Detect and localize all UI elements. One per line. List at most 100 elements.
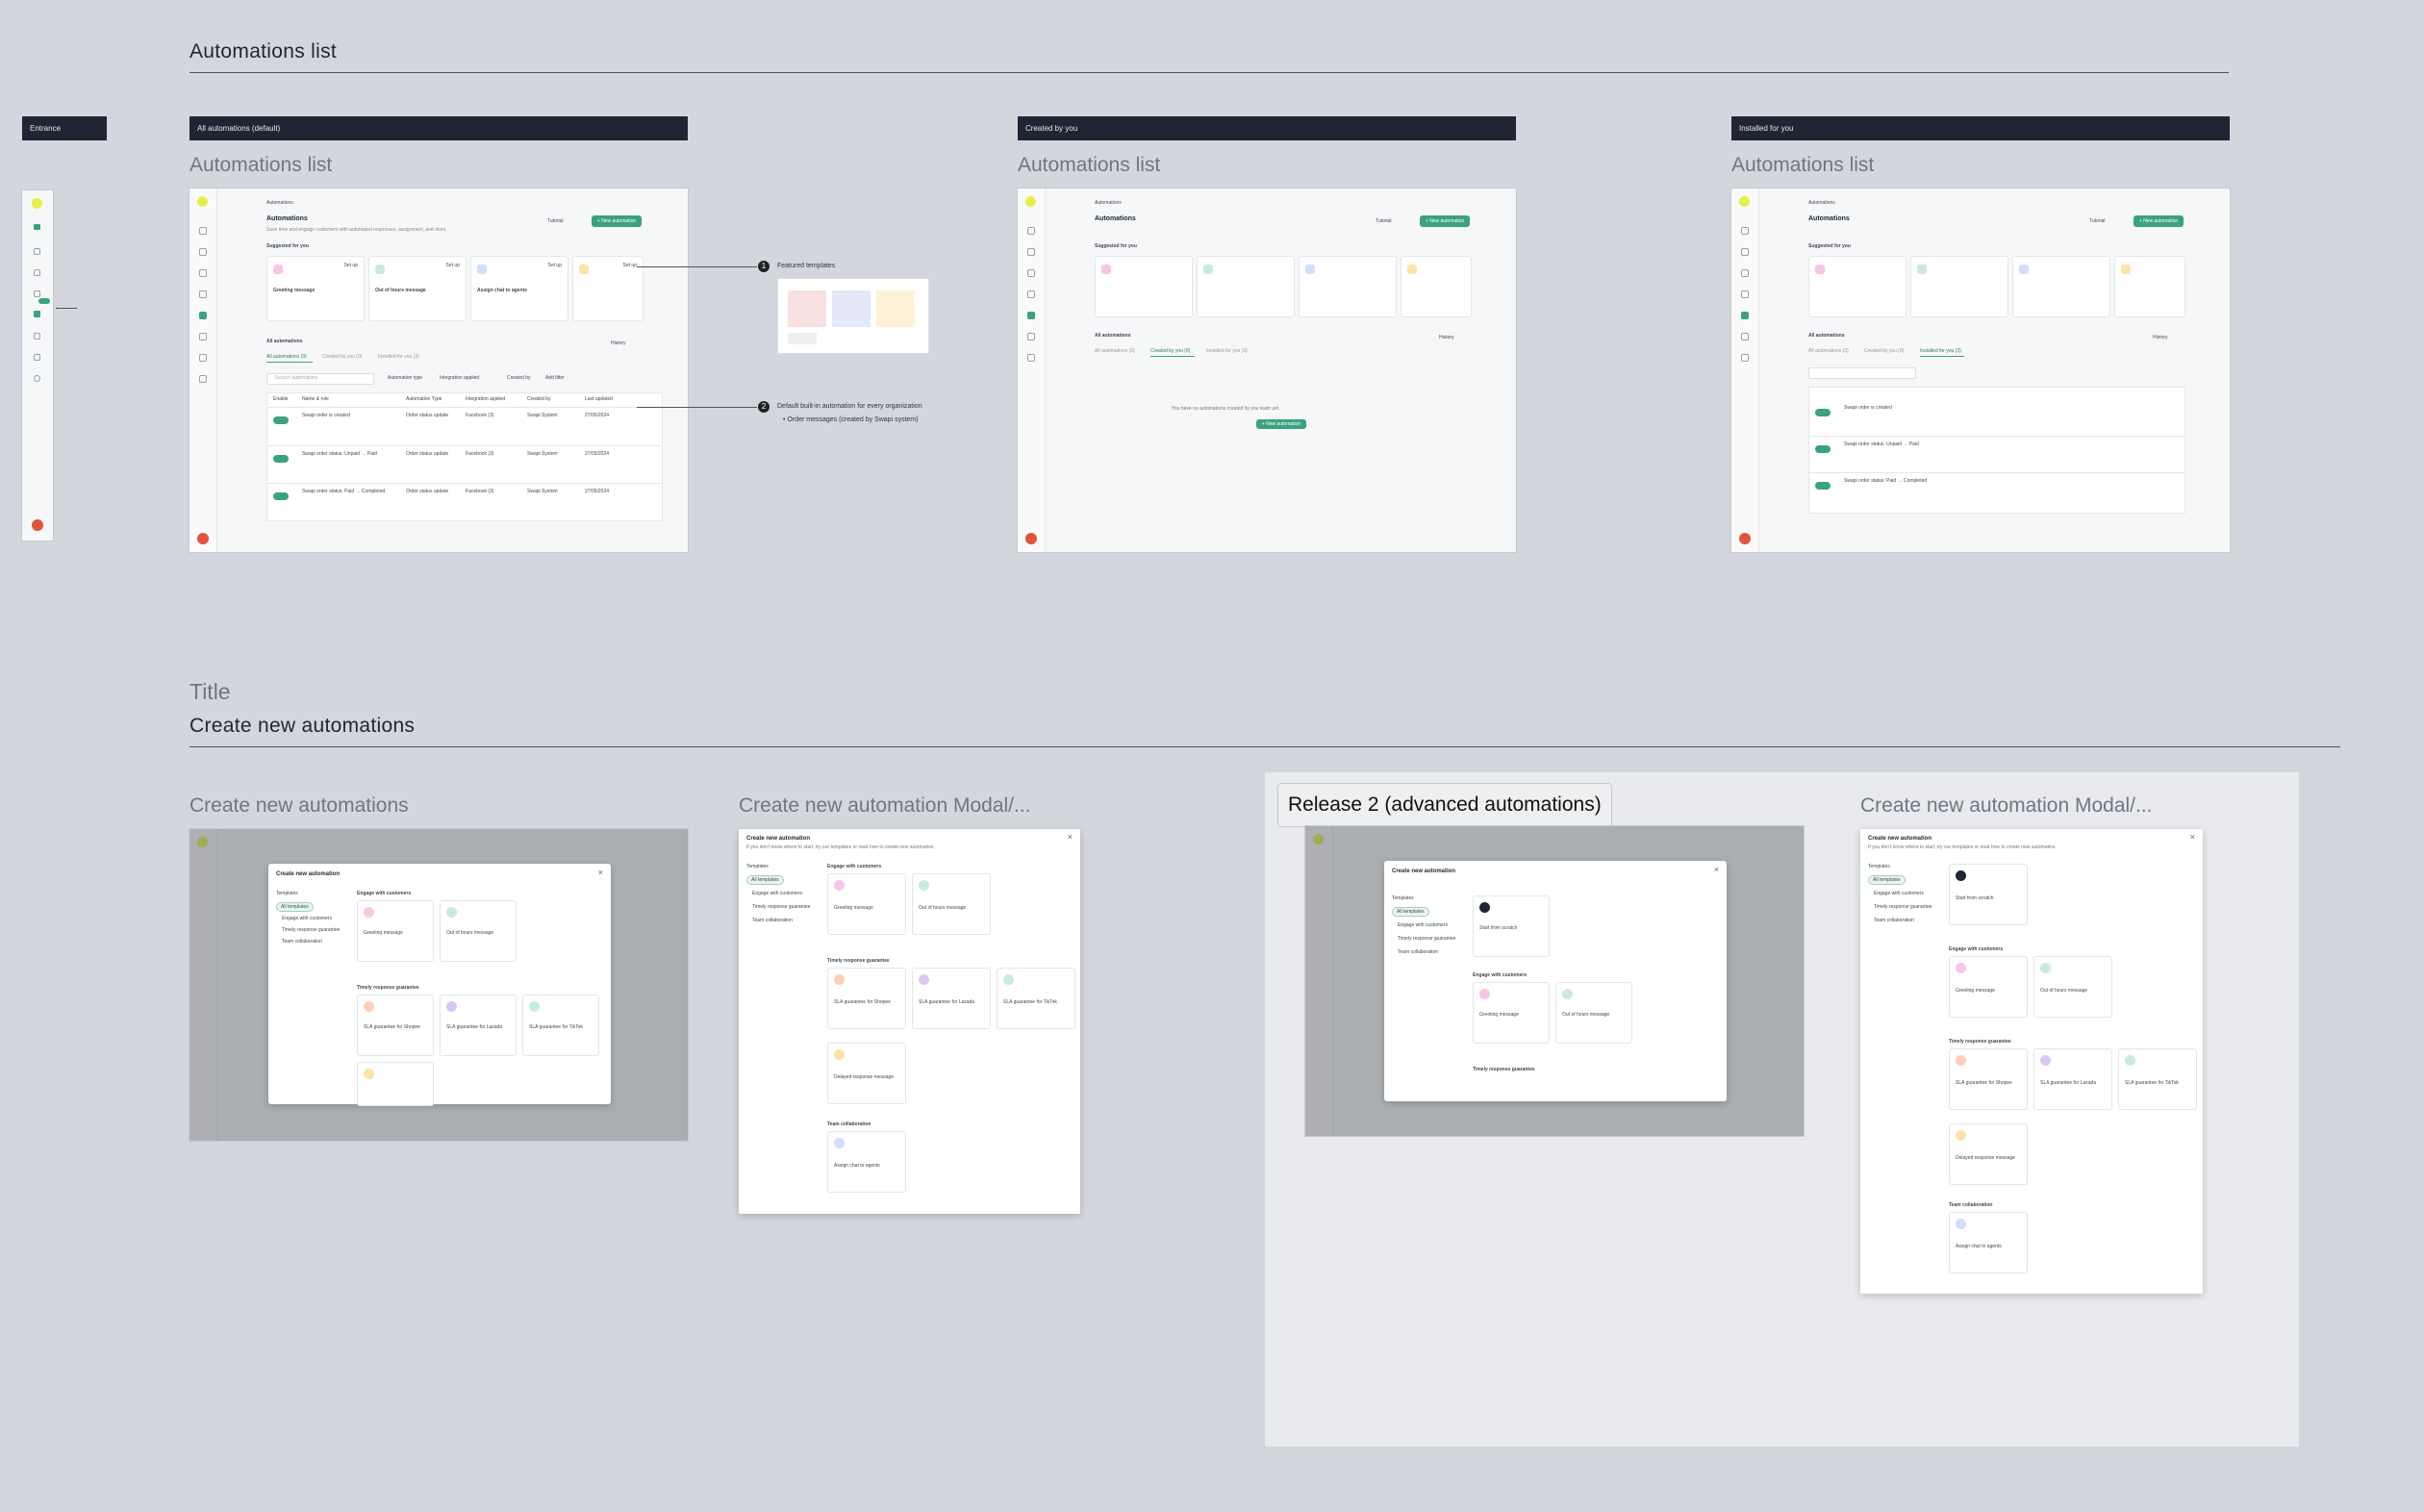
template-card[interactable]: SLA guarantee for Lazada bbox=[912, 968, 991, 1029]
inbox-icon[interactable] bbox=[34, 269, 40, 276]
template-card[interactable]: SLA guarantee for Lazada bbox=[2033, 1048, 2112, 1110]
contacts-icon[interactable] bbox=[1741, 248, 1749, 256]
nav-timely[interactable]: Timely response guarantee bbox=[282, 927, 340, 933]
tab-all[interactable]: All automations (3) bbox=[1095, 348, 1135, 354]
rule-name[interactable]: Swapi order is created bbox=[302, 413, 350, 418]
filter-creator[interactable]: Created by bbox=[507, 375, 530, 381]
setup-link[interactable]: Set up bbox=[623, 263, 637, 268]
template-card[interactable]: Delayed response message bbox=[1949, 1123, 2028, 1185]
tutorial-button[interactable]: Tutorial bbox=[547, 218, 564, 224]
suggestion-card[interactable]: Set up Greeting message bbox=[266, 256, 365, 321]
template-card[interactable]: Greeting message bbox=[827, 873, 906, 935]
search-input[interactable] bbox=[1808, 367, 1916, 379]
nav-timely[interactable]: Timely response guarantee bbox=[752, 904, 810, 910]
template-card[interactable]: Assign chat to agents bbox=[827, 1131, 906, 1193]
template-card[interactable]: Delayed response message bbox=[827, 1043, 906, 1104]
suggestion-card[interactable] bbox=[1197, 256, 1295, 317]
automations-icon[interactable] bbox=[34, 311, 40, 317]
reports-icon[interactable] bbox=[1027, 354, 1035, 362]
reports-icon[interactable] bbox=[199, 354, 207, 362]
integrations-icon[interactable] bbox=[1027, 333, 1035, 340]
template-card[interactable]: Start from scratch bbox=[1949, 864, 2028, 925]
close-icon[interactable]: × bbox=[598, 868, 603, 877]
rule-name[interactable]: Swapi order status: Unpaid → Paid bbox=[302, 451, 377, 457]
template-card[interactable]: Out of hours message bbox=[2033, 956, 2112, 1018]
enable-toggle[interactable] bbox=[273, 416, 289, 424]
suggestion-card[interactable]: Set up Out of hours message bbox=[368, 256, 467, 321]
nav-engage[interactable]: Engage with customers bbox=[1874, 891, 1924, 896]
chat-icon[interactable] bbox=[34, 224, 40, 230]
nav-engage[interactable]: Engage with customers bbox=[752, 891, 802, 896]
reports-icon[interactable] bbox=[34, 354, 40, 361]
template-card[interactable]: SLA guarantee for TikTok bbox=[522, 995, 599, 1056]
avatar[interactable] bbox=[1025, 533, 1037, 544]
enable-toggle[interactable] bbox=[1815, 409, 1831, 416]
suggestion-card[interactable] bbox=[2114, 256, 2185, 317]
empty-new-button[interactable]: + New automation bbox=[1256, 419, 1306, 429]
tab-installed[interactable]: Installed for you (3) bbox=[1920, 348, 1961, 354]
history-button[interactable]: History bbox=[611, 340, 626, 346]
settings-icon[interactable] bbox=[34, 375, 40, 382]
suggestion-card[interactable]: Set up bbox=[572, 256, 644, 321]
broadcast-icon[interactable] bbox=[1741, 290, 1749, 298]
history-button[interactable]: History bbox=[1439, 335, 1454, 340]
broadcast-icon[interactable] bbox=[199, 290, 207, 298]
nav-all[interactable]: All templates bbox=[1868, 875, 1906, 885]
close-icon[interactable]: × bbox=[2190, 832, 2195, 842]
enable-toggle[interactable] bbox=[273, 455, 289, 463]
suggestion-card[interactable] bbox=[1401, 256, 1472, 317]
nav-engage[interactable]: Engage with customers bbox=[1398, 922, 1448, 928]
tab-installed[interactable]: Installed for you (3) bbox=[1206, 348, 1248, 354]
nav-team[interactable]: Team collaboration bbox=[282, 939, 322, 945]
suggestion-card[interactable] bbox=[1095, 256, 1193, 317]
nav-team[interactable]: Team collaboration bbox=[752, 918, 793, 923]
tutorial-button[interactable]: Tutorial bbox=[2089, 218, 2106, 224]
contacts-icon[interactable] bbox=[1027, 248, 1035, 256]
template-card[interactable]: Greeting message bbox=[1949, 956, 2028, 1018]
template-card[interactable] bbox=[357, 1062, 434, 1106]
contacts-icon[interactable] bbox=[34, 248, 40, 255]
tab-all[interactable]: All automations (3) bbox=[266, 354, 307, 360]
template-card[interactable]: Out of hours message bbox=[440, 900, 517, 962]
avatar[interactable] bbox=[32, 519, 43, 531]
contacts-icon[interactable] bbox=[199, 248, 207, 256]
inbox-icon[interactable] bbox=[1741, 269, 1749, 277]
chat-icon[interactable] bbox=[199, 227, 207, 235]
suggestion-card[interactable] bbox=[1808, 256, 1906, 317]
template-card[interactable]: Start from scratch bbox=[1473, 895, 1550, 957]
template-card[interactable]: Out of hours message bbox=[912, 873, 991, 935]
setup-link[interactable]: Set up bbox=[548, 263, 562, 268]
rule-name[interactable]: Swapi order is created bbox=[1844, 405, 1892, 411]
avatar[interactable] bbox=[197, 533, 209, 544]
template-card[interactable]: SLA guarantee for Shopee bbox=[827, 968, 906, 1029]
history-button[interactable]: History bbox=[2153, 335, 2168, 340]
suggestion-card[interactable] bbox=[2012, 256, 2110, 317]
template-card[interactable]: Out of hours message bbox=[1555, 982, 1632, 1044]
integrations-icon[interactable] bbox=[199, 333, 207, 340]
template-card[interactable]: SLA guarantee for TikTok bbox=[997, 968, 1075, 1029]
setup-link[interactable]: Set up bbox=[446, 263, 460, 268]
new-automation-button[interactable]: + New automation bbox=[1420, 215, 1470, 227]
nav-engage[interactable]: Engage with customers bbox=[282, 916, 332, 921]
nav-all[interactable]: All templates bbox=[746, 875, 784, 885]
integrations-icon[interactable] bbox=[1741, 333, 1749, 340]
broadcast-icon[interactable] bbox=[1027, 290, 1035, 298]
nav-team[interactable]: Team collaboration bbox=[1874, 918, 1914, 923]
nav-all[interactable]: All templates bbox=[276, 902, 314, 912]
template-card[interactable]: SLA guarantee for Shopee bbox=[1949, 1048, 2028, 1110]
nav-timely[interactable]: Timely response guarantee bbox=[1874, 904, 1932, 910]
template-card[interactable]: SLA guarantee for TikTok bbox=[2118, 1048, 2197, 1110]
template-card[interactable]: Assign chat to agents bbox=[1949, 1212, 2028, 1273]
rule-name[interactable]: Swapi order status: Unpaid → Paid bbox=[1844, 441, 1919, 447]
filter-type[interactable]: Automation type bbox=[388, 375, 422, 381]
suggestion-card[interactable] bbox=[1910, 256, 2008, 317]
tab-created[interactable]: Created by you (0) bbox=[1864, 348, 1904, 354]
setup-link[interactable]: Set up bbox=[344, 263, 358, 268]
filter-add[interactable]: Add filter bbox=[545, 375, 565, 381]
tab-created[interactable]: Created by you (0) bbox=[1150, 348, 1190, 354]
template-card[interactable]: Greeting message bbox=[1473, 982, 1550, 1044]
enable-toggle[interactable] bbox=[1815, 445, 1831, 453]
template-card[interactable]: SLA guarantee for Lazada bbox=[440, 995, 517, 1056]
enable-toggle[interactable] bbox=[273, 492, 289, 500]
nav-team[interactable]: Team collaboration bbox=[1398, 949, 1438, 955]
